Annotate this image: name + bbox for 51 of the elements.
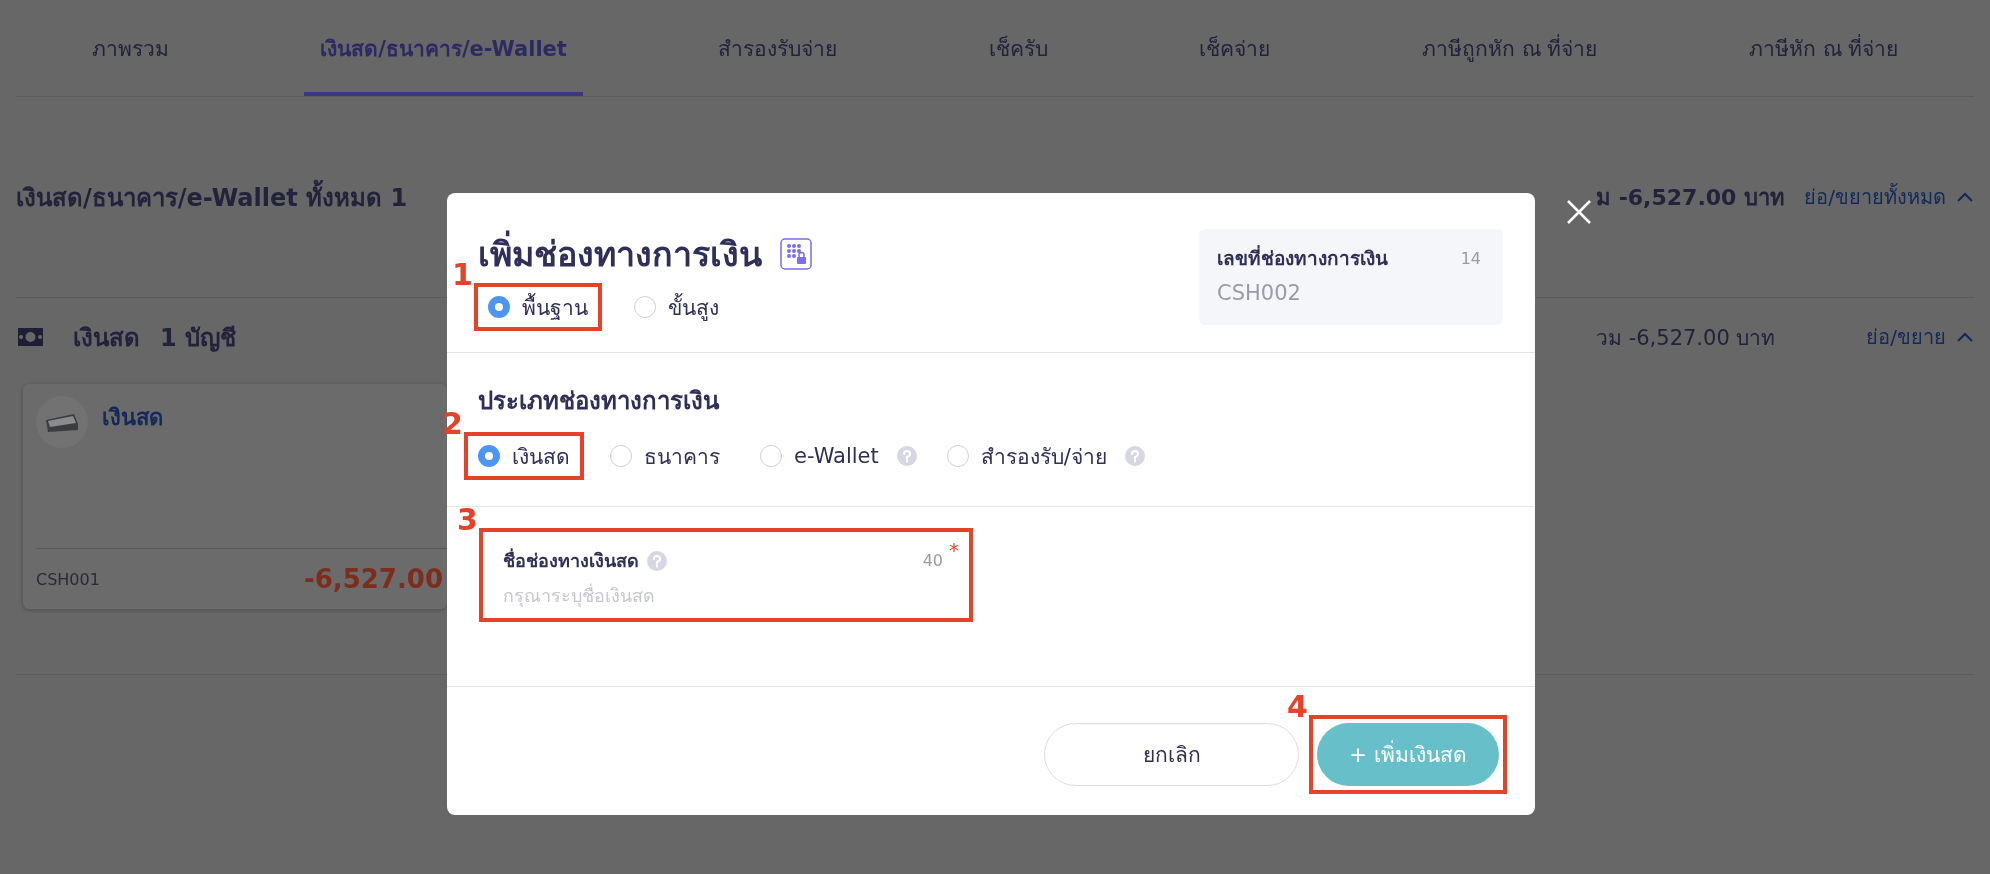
radio-button[interactable] xyxy=(946,445,969,467)
dialog-title: เพิ่มช่องทางการเงิน xyxy=(478,227,762,281)
field-value: CSH002 xyxy=(1217,281,1302,305)
radio-option[interactable]: เงินสด xyxy=(468,436,580,476)
group-name: เงินสด xyxy=(73,322,140,354)
field-label: เลขที่ช่องทางการเงิน xyxy=(1217,244,1388,271)
radio-button[interactable] xyxy=(760,445,782,467)
account-count: 1 บัญชี xyxy=(160,322,237,354)
step-number: 1 xyxy=(452,257,473,292)
tab[interactable]: ภาษีหัก ณ ที่จ่าย xyxy=(1732,0,1915,96)
group-total: วม -6,527.00 บาท xyxy=(1596,324,1776,352)
banknote-icon xyxy=(16,326,45,348)
section-title: เงินสด/ธนาคาร/e-Wallet ทั้งหมด 1 xyxy=(16,177,408,217)
help-icon[interactable] xyxy=(647,550,667,571)
collapse-all-link[interactable]: ย่อ/ขยายทั้งหมด xyxy=(1804,181,1946,213)
chevron-up-icon xyxy=(1956,331,1974,343)
step-number: 3 xyxy=(457,502,478,537)
radio-button[interactable] xyxy=(634,296,656,318)
required-mark: * xyxy=(949,538,959,562)
account-balance: -6,527.00 xyxy=(303,564,443,594)
add-cash-button[interactable]: + เพิ่มเงินสด xyxy=(1317,723,1499,786)
radio-option[interactable]: สำรองรับ/จ่าย xyxy=(936,436,1117,476)
radio-button[interactable] xyxy=(610,445,632,467)
dot-grid-lock-icon[interactable] xyxy=(780,238,812,270)
help-icon[interactable] xyxy=(1124,446,1145,466)
chevron-up-icon xyxy=(1956,191,1974,203)
tab[interactable]: เงินสด/ธนาคาร/e-Wallet xyxy=(304,0,583,96)
character-count: 14 xyxy=(1460,248,1481,268)
radio-option[interactable]: พื้นฐาน xyxy=(478,287,598,327)
tab[interactable]: ภาพรวม xyxy=(75,0,185,96)
radio-option[interactable]: e-Wallet xyxy=(750,436,889,476)
account-code: CSH001 xyxy=(36,569,100,589)
character-limit: 40 xyxy=(922,551,943,570)
radio-button[interactable] xyxy=(488,296,510,318)
tab[interactable]: เช็ครับ xyxy=(972,0,1064,96)
radio-option[interactable]: ขั้นสูง xyxy=(624,287,729,327)
step-number: 4 xyxy=(1287,689,1308,724)
tab[interactable]: สำรองรับจ่าย xyxy=(702,0,854,96)
total-amount: ม -6,527.00 บาท xyxy=(1596,183,1785,212)
tab[interactable]: เช็คจ่าย xyxy=(1183,0,1287,96)
tab[interactable]: ภาษีถูกหัก ณ ที่จ่าย xyxy=(1405,0,1614,96)
close-icon[interactable] xyxy=(1566,199,1592,225)
radio-option[interactable]: ธนาคาร xyxy=(600,436,730,476)
name-input-field[interactable]: กรุณาระบุชื่อเงินสด xyxy=(503,581,943,611)
account-name[interactable]: เงินสด xyxy=(102,400,163,548)
help-icon[interactable] xyxy=(896,446,917,466)
field-label: ชื่อช่องทางเงินสด xyxy=(503,547,639,573)
section-heading: ประเภทช่องทางการเงิน xyxy=(478,386,721,417)
collapse-link[interactable]: ย่อ/ขยาย xyxy=(1866,321,1946,353)
cancel-button[interactable]: ยกเลิก xyxy=(1044,723,1299,786)
radio-button[interactable] xyxy=(478,445,500,467)
